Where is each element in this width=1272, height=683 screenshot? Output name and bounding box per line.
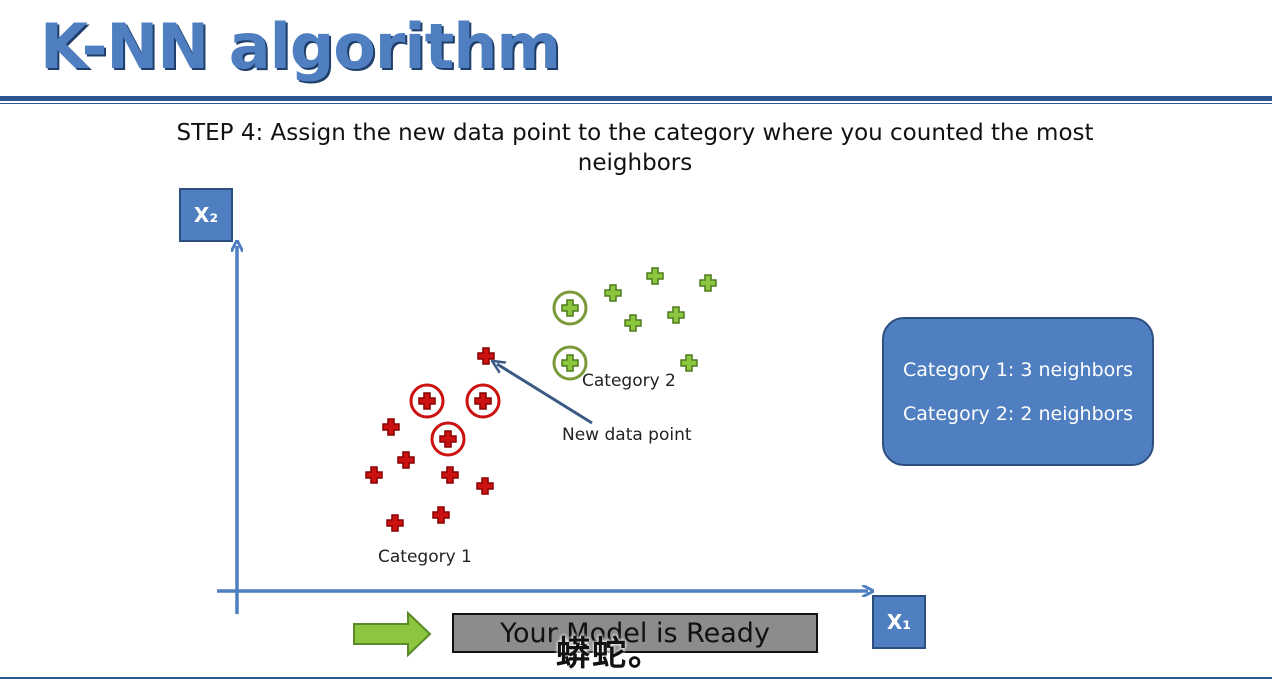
category1-label: Category 1 [378,547,472,567]
category2-neighbor-point [561,354,579,372]
x-axis-label: X₁ [872,595,926,649]
green-arrow-icon [353,610,432,658]
category1-point [441,466,459,484]
category2-neighbor-point [561,299,579,317]
category1-point [365,466,383,484]
new-data-point [477,347,495,365]
video-subtitle: 蟒蛇。 [556,634,664,674]
category1-neighbor-point [418,392,436,410]
category2-point [699,274,717,292]
new-point-arrow [497,364,593,425]
category2-label: Category 2 [582,371,676,391]
category1-point [476,477,494,495]
category2-point [624,314,642,332]
category1-count: Category 1: 3 neighbors [903,358,1133,381]
neighbor-count-panel: Category 1: 3 neighbors Category 2: 2 ne… [882,317,1154,466]
category2-point [646,267,664,285]
category2-count: Category 2: 2 neighbors [903,402,1133,425]
category2-point [667,306,685,324]
bottom-divider [0,677,1272,679]
category1-neighbor-point [439,430,457,448]
y-axis-label: X₂ [179,188,233,242]
category1-point [386,514,404,532]
category1-point [397,451,415,469]
category2-point [680,354,698,372]
category1-neighbor-point [474,392,492,410]
new-point-label: New data point [562,425,692,445]
category1-point [382,418,400,436]
category2-point [604,284,622,302]
category1-point [432,506,450,524]
